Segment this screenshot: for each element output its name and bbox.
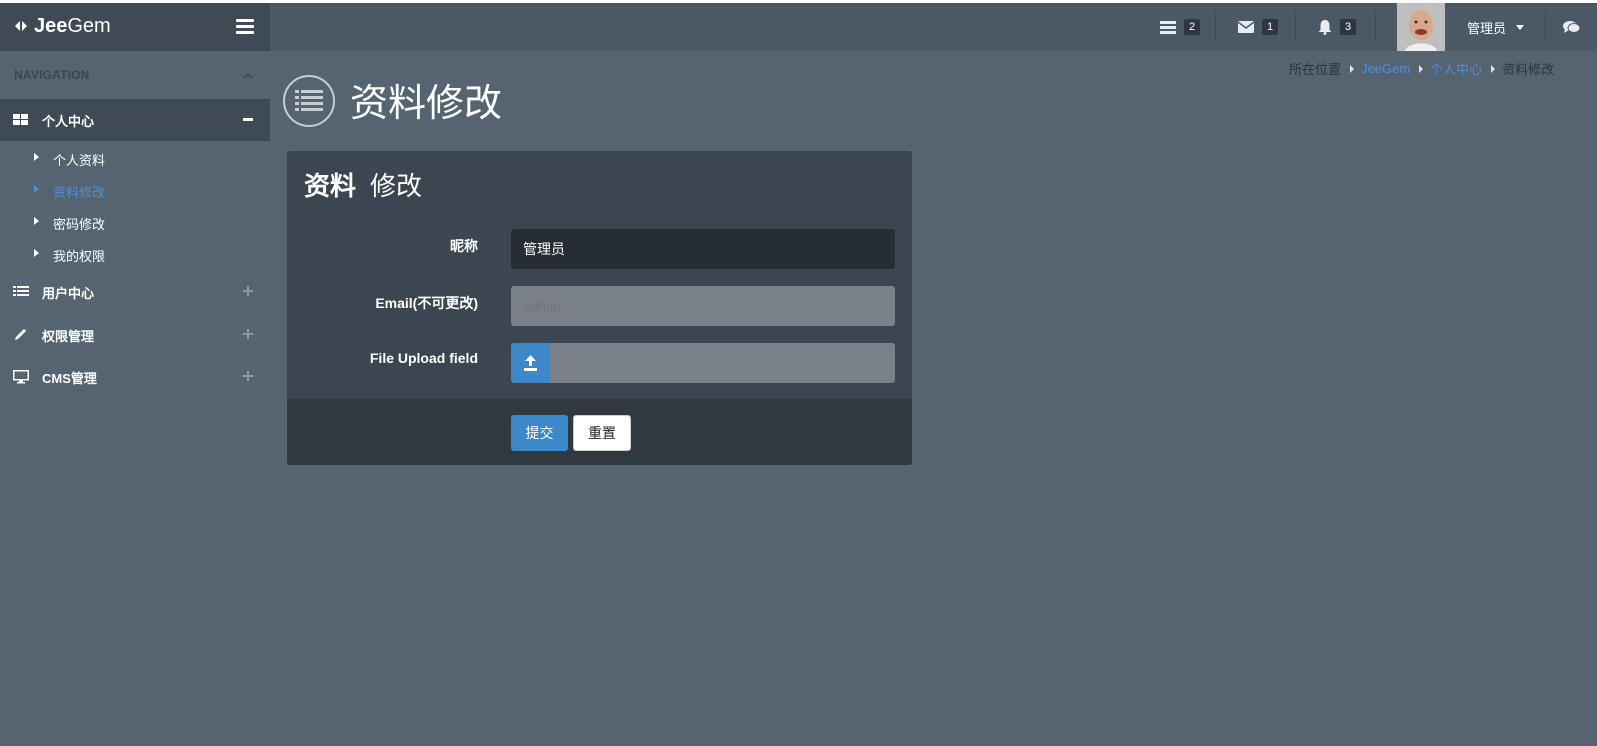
menu-toggle-icon[interactable]	[236, 19, 254, 35]
brand[interactable]: JeeGem	[0, 3, 270, 51]
sidebar-item-label: 权限管理	[42, 328, 95, 344]
sidebar-item-user-center[interactable]: 用户中心	[0, 271, 270, 313]
sidebar-subitem-edit-profile[interactable]: 资料修改	[0, 175, 270, 205]
sidebar-subitem-label: 我的权限	[53, 249, 106, 264]
sidebar-item-personal-center[interactable]: 个人中心	[0, 99, 270, 141]
caret-right-icon	[34, 153, 39, 161]
caret-right-icon	[34, 217, 39, 225]
chat-icon	[1563, 21, 1580, 33]
header-divider	[1375, 11, 1376, 43]
dashboard-icon	[13, 114, 28, 125]
sidebar-subitem-profile[interactable]: 个人资料	[0, 143, 270, 173]
email-input[interactable]	[511, 286, 895, 326]
breadcrumb: 所在位置 JeeGem 个人中心 资料修改	[1289, 59, 1554, 78]
caret-down-icon	[1516, 24, 1525, 30]
page-title: 资料修改	[350, 81, 503, 125]
avatar-image	[1397, 3, 1445, 51]
header-divider	[1215, 11, 1216, 43]
caret-right-icon	[34, 185, 39, 193]
plus-icon	[243, 371, 253, 381]
sidebar-item-permission-management[interactable]: 权限管理	[0, 314, 270, 356]
sidebar-item-cms-management[interactable]: CMS管理	[0, 356, 270, 398]
sidebar-item-label: 个人中心	[42, 113, 95, 129]
brand-logo-icon	[15, 20, 27, 32]
sidebar-subitem-my-permissions[interactable]: 我的权限	[0, 239, 270, 269]
tasks-button[interactable]: 2	[1160, 3, 1200, 51]
upload-button[interactable]	[511, 343, 550, 383]
submit-button[interactable]: 提交	[511, 415, 568, 451]
notifications-button[interactable]: 3	[1318, 3, 1356, 51]
plus-icon	[243, 329, 253, 339]
pencil-icon	[15, 329, 26, 340]
upload-icon	[524, 355, 537, 371]
breadcrumb-link-section[interactable]: 个人中心	[1430, 59, 1482, 78]
tasks-badge: 2	[1184, 19, 1200, 35]
page-list-icon	[283, 75, 335, 127]
file-upload-field[interactable]	[550, 343, 895, 383]
messages-badge: 1	[1262, 19, 1278, 35]
list-icon	[13, 286, 29, 296]
plus-icon	[243, 286, 253, 296]
sidebar-subitem-label: 资料修改	[53, 185, 106, 200]
top-header: JeeGem 2 1 3 管理员	[0, 3, 1597, 51]
breadcrumb-link-home[interactable]: JeeGem	[1361, 61, 1410, 76]
sidebar-item-label: 用户中心	[42, 285, 95, 301]
user-avatar[interactable]	[1397, 3, 1445, 51]
user-name: 管理员	[1467, 20, 1507, 36]
panel-heading: 资料 修改	[304, 172, 423, 202]
sidebar-item-label: CMS管理	[42, 370, 97, 386]
envelope-icon	[1238, 21, 1254, 33]
monitor-icon	[13, 370, 29, 384]
header-divider	[1295, 11, 1296, 43]
breadcrumb-separator-icon	[1491, 64, 1496, 73]
sidebar: NAVIGATION 个人中心 个人资料 资料修改 密码修改 我的权限 用户中心…	[0, 51, 270, 746]
profile-edit-panel: 资料修改 昵称 Email(不可更改) File Upload field 提交…	[287, 151, 912, 465]
form-actions: 提交 重置	[287, 399, 912, 465]
breadcrumb-label: 所在位置	[1289, 62, 1342, 77]
chevron-up-icon[interactable]	[243, 71, 253, 81]
notifications-badge: 3	[1340, 19, 1356, 35]
user-menu[interactable]: 管理员	[1467, 3, 1525, 51]
sidebar-subitem-change-password[interactable]: 密码修改	[0, 207, 270, 237]
nickname-label: 昵称	[450, 238, 478, 254]
messages-button[interactable]: 1	[1238, 3, 1278, 51]
minus-icon	[243, 118, 253, 121]
email-label: Email(不可更改)	[375, 295, 478, 311]
breadcrumb-separator-icon	[1350, 64, 1355, 73]
breadcrumb-separator-icon	[1419, 64, 1424, 73]
chat-button[interactable]	[1563, 3, 1580, 51]
caret-right-icon	[34, 249, 39, 257]
sidebar-subitem-label: 个人资料	[53, 153, 106, 168]
nickname-input[interactable]	[511, 229, 895, 269]
sidebar-subitem-label: 密码修改	[53, 217, 106, 232]
brand-name: JeeGem	[34, 15, 111, 37]
reset-button[interactable]: 重置	[573, 415, 631, 451]
header-divider	[1545, 11, 1546, 43]
nav-title: NAVIGATION	[14, 68, 90, 82]
file-upload-label: File Upload field	[369, 350, 478, 366]
breadcrumb-current: 资料修改	[1502, 62, 1555, 77]
bell-icon	[1318, 19, 1332, 35]
tasks-icon	[1160, 20, 1176, 34]
